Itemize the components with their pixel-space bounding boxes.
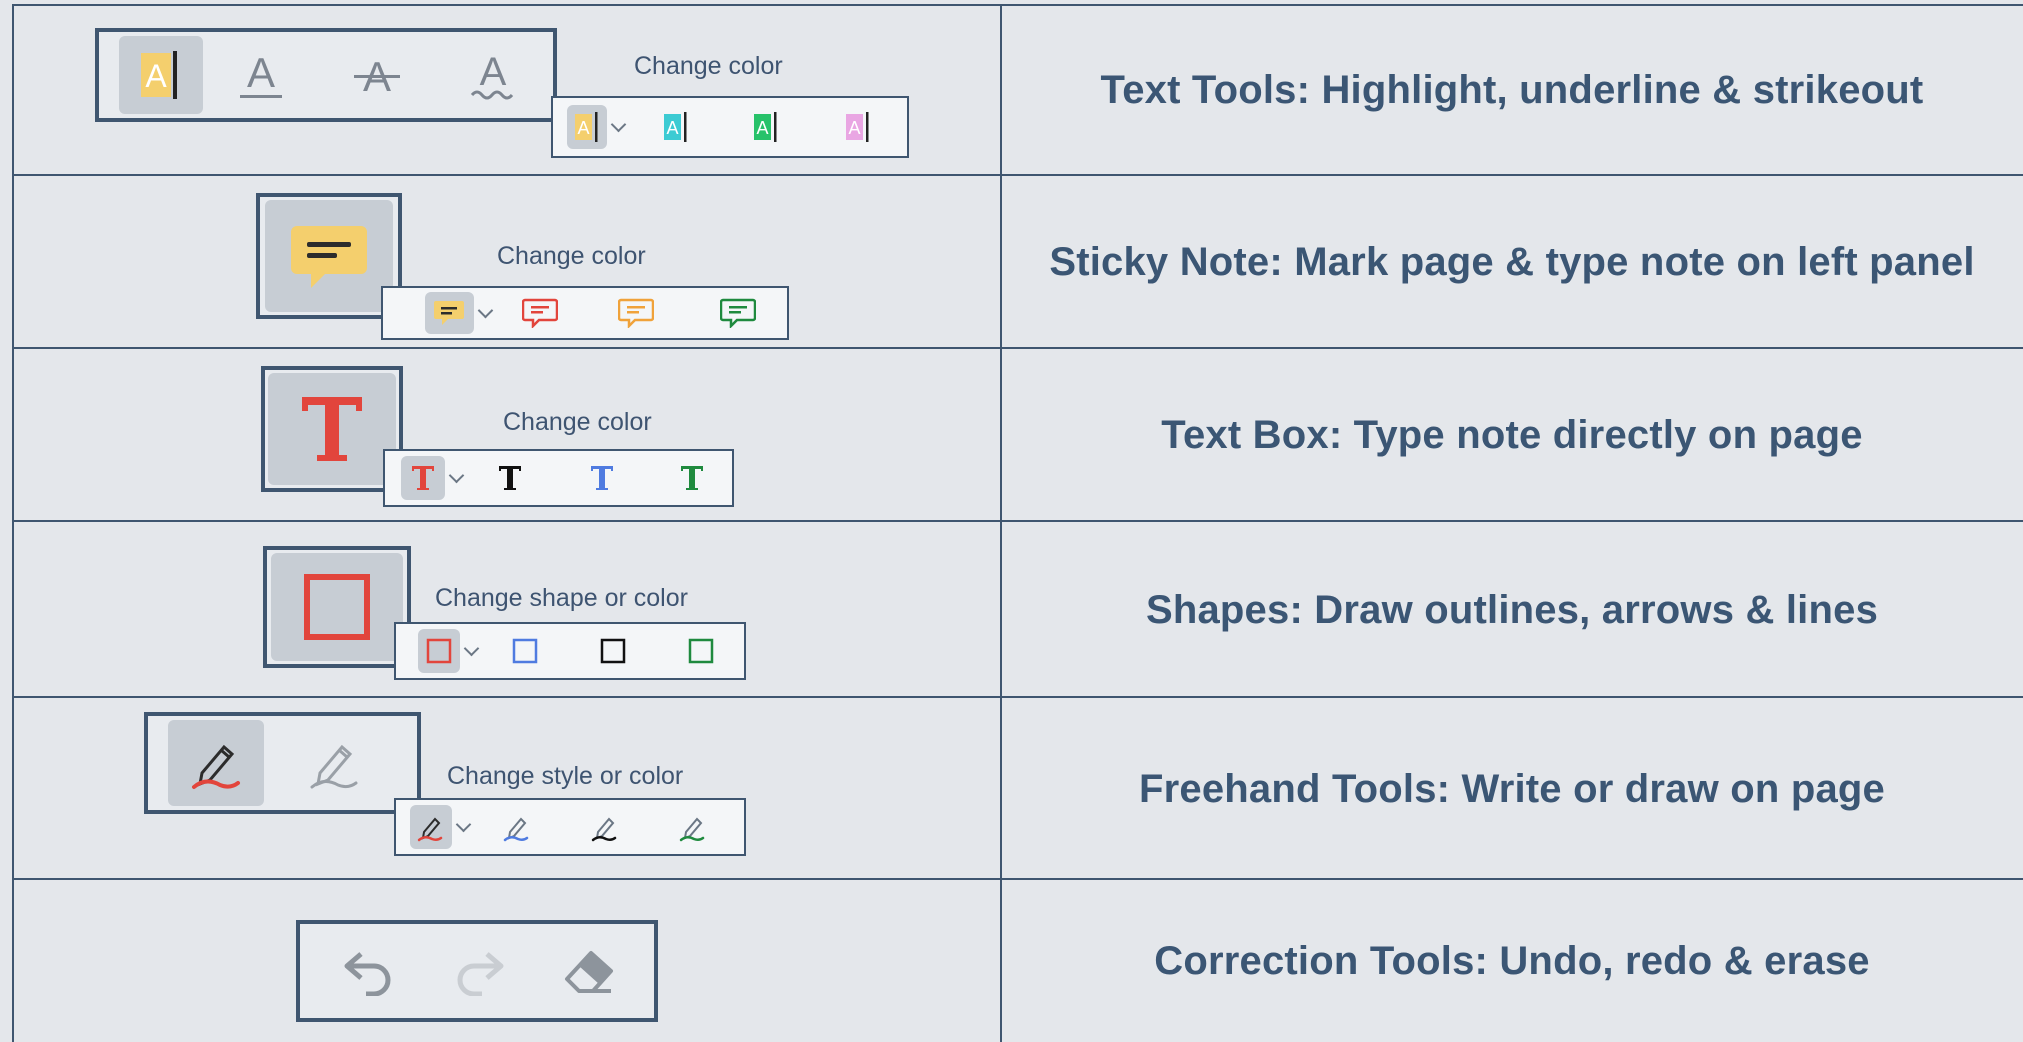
change-shape-color-label: Change shape or color	[435, 584, 688, 612]
description-cell: Text Tools: Highlight, underline & strik…	[1001, 4, 2023, 176]
change-style-color-label: Change style or color	[447, 762, 684, 790]
svg-text:A: A	[848, 118, 860, 138]
highlight-green-icon[interactable]: A	[720, 105, 812, 149]
row-text-box: Change color Text Box: Type note directl…	[0, 349, 2023, 521]
note-green-icon[interactable]	[690, 292, 787, 334]
description-cell: Shapes: Draw outlines, arrows & lines	[1001, 522, 2023, 698]
highlight-icon[interactable]: A	[119, 36, 203, 114]
strikeout-icon[interactable]: A	[319, 36, 435, 114]
square-red-icon[interactable]	[418, 629, 460, 673]
note-red-icon[interactable]	[499, 292, 583, 334]
text-box-toolbar	[261, 366, 403, 492]
shapes-color-palette	[394, 622, 746, 680]
pen-blue-icon[interactable]	[475, 805, 559, 849]
text-box-color-palette	[383, 449, 734, 507]
shapes-toolbar	[263, 546, 411, 668]
pen-red-icon[interactable]	[410, 805, 452, 849]
row-description: Sticky Note: Mark page & type note on le…	[1049, 239, 1975, 284]
undo-icon[interactable]	[314, 928, 424, 1014]
svg-text:A: A	[756, 118, 768, 138]
row-shapes: Change shape or color Shapes: Draw outli…	[0, 522, 2023, 698]
square-black-icon[interactable]	[567, 629, 659, 673]
text-tools-color-palette: A A A A	[551, 96, 909, 158]
underline-icon[interactable]: A	[203, 36, 319, 114]
tool-cell	[12, 880, 1002, 1042]
highlight-cyan-icon[interactable]: A	[632, 105, 720, 149]
sticky-note-icon[interactable]	[265, 200, 393, 312]
row-correction: Correction Tools: Undo, redo & erase	[0, 880, 2023, 1042]
tool-cell: Change style or color	[12, 698, 1002, 880]
highlighter-pen-icon[interactable]	[264, 720, 404, 806]
pen-black-icon[interactable]	[559, 805, 651, 849]
tool-cell: Change color	[12, 349, 1002, 521]
pen-icon[interactable]	[168, 720, 264, 806]
change-color-label: Change color	[634, 52, 783, 80]
chevron-down-icon[interactable]	[477, 302, 493, 318]
highlight-pink-icon[interactable]: A	[812, 105, 904, 149]
svg-text:A: A	[666, 118, 678, 138]
svg-text:A: A	[247, 49, 275, 96]
freehand-color-palette	[394, 798, 746, 856]
eraser-icon[interactable]	[534, 928, 644, 1014]
row-description: Shapes: Draw outlines, arrows & lines	[1145, 587, 1879, 632]
highlight-yellow-icon[interactable]: A	[567, 105, 607, 149]
description-cell: Sticky Note: Mark page & type note on le…	[1001, 176, 2023, 348]
text-blue-icon[interactable]	[552, 456, 652, 500]
square-blue-icon[interactable]	[483, 629, 567, 673]
freehand-toolbar	[144, 712, 421, 814]
text-green-icon[interactable]	[652, 456, 732, 500]
square-green-icon[interactable]	[659, 629, 743, 673]
change-color-label: Change color	[503, 408, 652, 436]
pen-green-icon[interactable]	[651, 805, 735, 849]
chevron-down-icon[interactable]	[448, 467, 465, 483]
description-cell: Freehand Tools: Write or draw on page	[1001, 698, 2023, 880]
sticky-note-color-palette	[381, 286, 789, 340]
note-orange-icon[interactable]	[582, 292, 689, 334]
row-description: Freehand Tools: Write or draw on page	[1139, 766, 1885, 811]
row-freehand: Change style or color Freehand Tools: Wr…	[0, 698, 2023, 880]
chevron-down-icon[interactable]	[463, 640, 480, 656]
square-shape-icon[interactable]	[271, 553, 403, 661]
row-sticky-note: Change color Sticky Note: Mark page & ty…	[0, 176, 2023, 348]
squiggly-underline-icon[interactable]: A	[435, 36, 551, 114]
svg-text:A: A	[480, 50, 507, 94]
row-description: Text Tools: Highlight, underline & strik…	[1100, 67, 1924, 112]
redo-icon[interactable]	[424, 928, 534, 1014]
description-cell: Correction Tools: Undo, redo & erase	[1001, 880, 2023, 1042]
row-description: Correction Tools: Undo, redo & erase	[1154, 938, 1870, 983]
tool-cell: Change shape or color	[12, 522, 1002, 698]
svg-text:A: A	[577, 118, 589, 138]
chevron-down-icon[interactable]	[455, 816, 472, 832]
text-box-icon[interactable]	[268, 373, 396, 485]
svg-text:A: A	[145, 58, 167, 94]
tool-cell: A A A A Change color A A A A	[12, 4, 1002, 176]
tool-cell: Change color	[12, 176, 1002, 348]
correction-toolbar	[296, 920, 658, 1022]
chevron-down-icon[interactable]	[610, 116, 627, 132]
text-tools-toolbar: A A A A	[95, 28, 557, 122]
row-text-tools: A A A A Change color A A A A Text Tools:…	[0, 4, 2023, 176]
text-red-icon[interactable]	[401, 456, 445, 500]
description-cell: Text Box: Type note directly on page	[1001, 349, 2023, 521]
text-black-icon[interactable]	[468, 456, 552, 500]
change-color-label: Change color	[497, 242, 646, 270]
row-description: Text Box: Type note directly on page	[1161, 412, 1863, 457]
note-yellow-icon[interactable]	[425, 292, 474, 334]
annotation-tools-table: A A A A Change color A A A A Text Tools:…	[0, 0, 2023, 1042]
